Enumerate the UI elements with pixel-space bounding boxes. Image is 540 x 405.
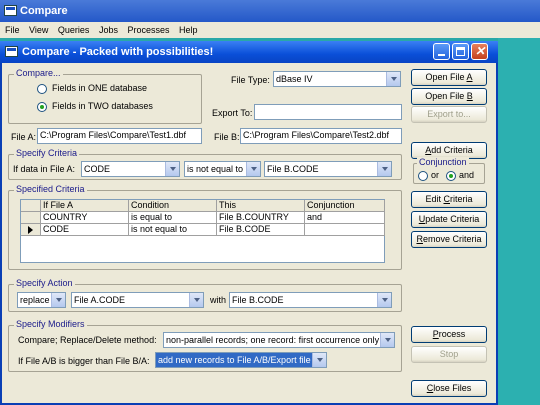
criteria-field-select[interactable]: CODE: [81, 161, 180, 177]
app-title: Compare: [20, 5, 68, 17]
action-field-value: File A.CODE: [74, 295, 126, 305]
criteria-table[interactable]: If File A Condition This Conjunction COU…: [20, 199, 385, 263]
table-cell[interactable]: CODE: [41, 224, 129, 236]
radio-one-database-label: Fields in ONE database: [52, 83, 148, 93]
chevron-down-icon[interactable]: [246, 162, 260, 176]
minimize-button[interactable]: [433, 43, 450, 60]
update-criteria-button[interactable]: Update Criteria: [411, 211, 487, 228]
table-cell[interactable]: is equal to: [129, 212, 217, 224]
chevron-down-icon[interactable]: [189, 293, 203, 307]
table-corner: [21, 200, 41, 212]
table-cell[interactable]: [305, 224, 385, 236]
maximize-button[interactable]: [452, 43, 469, 60]
criteria-operator-select[interactable]: is not equal to: [184, 161, 261, 177]
conjunction-or-label: or: [431, 170, 440, 180]
stop-button[interactable]: Stop: [411, 346, 487, 363]
criteria-prefix: If data in File A:: [13, 164, 76, 174]
with-field-select[interactable]: File B.CODE: [229, 292, 392, 308]
criteria-target-select[interactable]: File B.CODE: [264, 161, 392, 177]
column-header-condition[interactable]: Condition: [129, 200, 217, 212]
chevron-down-icon[interactable]: [386, 72, 400, 86]
column-header-if-file-a[interactable]: If File A: [41, 200, 129, 212]
method-value: non-parallel records; one record: first …: [166, 335, 380, 345]
conjunction-or-radio[interactable]: [418, 171, 428, 181]
bigger-value: add new records to File A/B/Export file: [158, 355, 311, 365]
with-label: with: [210, 295, 227, 305]
chevron-down-icon[interactable]: [377, 293, 391, 307]
action-select[interactable]: replace: [17, 292, 66, 308]
close-button[interactable]: ✕: [471, 43, 488, 60]
criteria-field-value: CODE: [84, 164, 111, 174]
column-header-this[interactable]: This: [217, 200, 305, 212]
table-cell[interactable]: File B.CODE: [217, 224, 305, 236]
conjunction-label: Conjunction: [417, 157, 469, 167]
column-header-conjunction[interactable]: Conjunction: [305, 200, 385, 212]
compare-group: [8, 74, 202, 124]
row-header[interactable]: [21, 212, 41, 224]
criteria-operator-value: is not equal to: [187, 164, 244, 174]
specify-action-label: Specify Action: [14, 278, 75, 288]
chevron-down-icon[interactable]: [377, 162, 391, 176]
method-label: Compare; Replace/Delete method:: [18, 335, 157, 345]
close-files-button[interactable]: Close Files: [411, 380, 487, 397]
table-cell[interactable]: File B.COUNTRY: [217, 212, 305, 224]
menu-file[interactable]: File: [5, 25, 20, 35]
export-to-label: Export To:: [212, 108, 253, 118]
with-field-value: File B.CODE: [232, 295, 284, 305]
export-to-input[interactable]: [254, 104, 402, 120]
row-header-current[interactable]: [21, 224, 41, 236]
bigger-select[interactable]: add new records to File A/B/Export file: [155, 352, 327, 368]
table-cell[interactable]: and: [305, 212, 385, 224]
compare-window-title-bar[interactable]: Compare - Packed with possibilities! ✕: [0, 41, 498, 63]
window-icon: [5, 46, 18, 57]
file-type-select[interactable]: dBase IV: [273, 71, 401, 87]
radio-two-databases[interactable]: [37, 102, 47, 112]
close-icon: ✕: [474, 44, 486, 58]
mdi-background: [498, 38, 540, 405]
radio-one-database[interactable]: [37, 84, 47, 94]
menu-view[interactable]: View: [29, 25, 48, 35]
file-b-label: File B:: [214, 132, 240, 142]
current-row-arrow-icon: [28, 226, 33, 234]
action-field-select[interactable]: File A.CODE: [71, 292, 204, 308]
open-file-a-button[interactable]: Open File A: [411, 69, 487, 86]
radio-two-databases-label: Fields in TWO databases: [52, 101, 153, 111]
menu-help[interactable]: Help: [179, 25, 198, 35]
compare-window-title: Compare - Packed with possibilities!: [22, 46, 214, 58]
chevron-down-icon[interactable]: [165, 162, 179, 176]
file-a-input[interactable]: C:\Program Files\Compare\Test1.dbf: [37, 128, 202, 144]
app-icon: [4, 5, 17, 16]
method-select[interactable]: non-parallel records; one record: first …: [163, 332, 395, 348]
open-file-b-button[interactable]: Open File B: [411, 88, 487, 105]
file-a-label: File A:: [11, 132, 37, 142]
file-b-input[interactable]: C:\Program Files\Compare\Test2.dbf: [240, 128, 402, 144]
chevron-down-icon[interactable]: [380, 333, 394, 347]
menu-processes[interactable]: Processes: [127, 25, 169, 35]
app-title-bar: Compare: [0, 0, 540, 22]
chevron-down-icon[interactable]: [51, 293, 65, 307]
specify-modifiers-label: Specify Modifiers: [14, 319, 87, 329]
conjunction-and-radio[interactable]: [446, 171, 456, 181]
file-type-value: dBase IV: [276, 74, 313, 84]
criteria-target-value: File B.CODE: [267, 164, 319, 174]
menu-bar: File View Queries Jobs Processes Help: [0, 22, 540, 38]
bigger-label: If File A/B is bigger than File B/A:: [18, 356, 150, 366]
table-cell[interactable]: COUNTRY: [41, 212, 129, 224]
remove-criteria-button[interactable]: Remove Criteria: [411, 231, 487, 248]
process-button[interactable]: Process: [411, 326, 487, 343]
menu-jobs[interactable]: Jobs: [99, 25, 118, 35]
specify-criteria-label: Specify Criteria: [14, 148, 80, 158]
conjunction-and-label: and: [459, 170, 475, 180]
menu-queries[interactable]: Queries: [58, 25, 90, 35]
edit-criteria-button[interactable]: Edit Criteria: [411, 191, 487, 208]
compare-group-label: Compare...: [14, 68, 63, 78]
table-cell[interactable]: is not equal to: [129, 224, 217, 236]
specified-criteria-label: Specified Criteria: [14, 184, 87, 194]
export-to-button[interactable]: Export to...: [411, 106, 487, 123]
action-value: replace: [20, 295, 50, 305]
file-type-label: File Type:: [231, 75, 270, 85]
chevron-down-icon[interactable]: [312, 353, 326, 367]
maximize-icon: [456, 47, 465, 56]
minimize-icon: [438, 54, 445, 56]
